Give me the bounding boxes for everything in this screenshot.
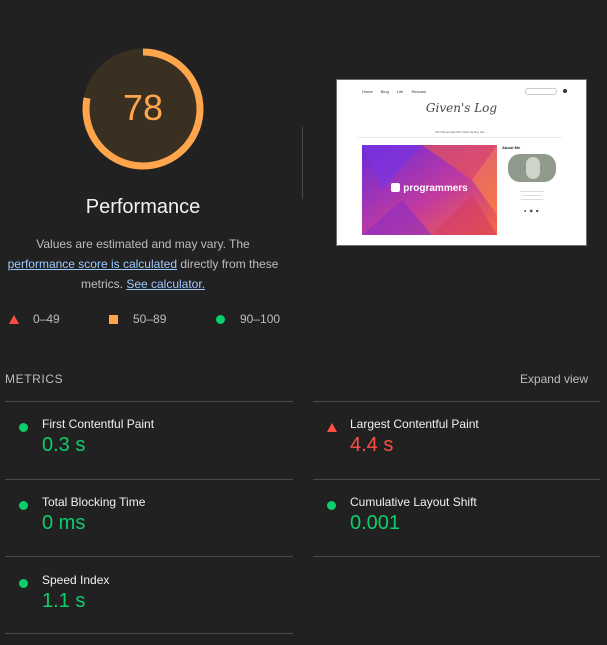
thumbnail-about-heading: About Me <box>502 145 521 150</box>
pass-circle-icon <box>19 423 28 432</box>
thumbnail-separator <box>357 137 562 138</box>
metric-first-contentful-paint: First Contentful Paint 0.3 s <box>5 417 290 477</box>
thumbnail-social-icons: ● ◉ ■ <box>524 208 540 213</box>
metric-title: Speed Index <box>42 573 110 587</box>
thumbnail-banner-image: programmers <box>362 145 497 235</box>
lighthouse-report: 78 Performance Values are estimated and … <box>0 0 607 645</box>
legend-fail-label: 0–49 <box>33 312 60 326</box>
thumbnail-nav-item: Home <box>362 89 373 94</box>
metric-value: 4.4 s <box>350 434 394 456</box>
fail-triangle-icon <box>327 423 337 432</box>
thumbnail-about-text: ———————— —————— ———————— <box>520 189 544 201</box>
metric-divider <box>5 401 293 402</box>
metric-title: Total Blocking Time <box>42 495 146 509</box>
metric-value: 0 ms <box>42 512 86 534</box>
pass-circle-icon <box>327 501 336 510</box>
thumbnail-page: Home Blog Life Resume Given's Log Tech B… <box>342 85 581 240</box>
final-screenshot-thumbnail[interactable]: Home Blog Life Resume Given's Log Tech B… <box>336 79 587 246</box>
see-calculator-link[interactable]: See calculator. <box>126 277 205 291</box>
thumbnail-nav-item: Blog <box>380 89 389 94</box>
metric-divider <box>5 479 293 480</box>
triangle-icon <box>9 315 19 324</box>
thumbnail-blog-logo: Given's Log <box>425 101 498 115</box>
metric-divider <box>313 556 600 557</box>
score-description: Values are estimated and may vary. The p… <box>0 234 286 294</box>
thumbnail-search-box <box>525 88 557 95</box>
metric-divider <box>313 401 600 402</box>
description-text-1: Values are estimated and may vary. The <box>36 237 250 251</box>
pass-circle-icon <box>19 579 28 588</box>
thumbnail-nav: Home Blog Life Resume <box>362 89 433 94</box>
thumbnail-nav-item: Life <box>396 89 404 94</box>
metric-title: First Contentful Paint <box>42 417 155 431</box>
programmers-logo-icon <box>391 183 401 192</box>
metric-title: Cumulative Layout Shift <box>350 495 477 509</box>
performance-gauge[interactable]: 78 <box>82 48 204 170</box>
metric-value: 0.3 s <box>42 434 86 456</box>
metric-value: 1.1 s <box>42 590 86 612</box>
metric-divider <box>5 556 293 557</box>
thumbnail-banner-title: programmers <box>362 183 497 194</box>
expand-view-toggle[interactable]: Expand view <box>520 372 588 386</box>
gauge-title: Performance <box>85 196 201 218</box>
metric-total-blocking-time: Total Blocking Time 0 ms <box>5 495 290 555</box>
metric-divider <box>313 479 600 480</box>
metric-speed-index: Speed Index 1.1 s <box>5 573 290 633</box>
vertical-divider <box>302 127 303 199</box>
metric-title: Largest Contentful Paint <box>350 417 479 431</box>
banner-label: programmers <box>403 183 468 194</box>
metric-divider <box>5 633 293 634</box>
square-icon <box>109 315 118 324</box>
gauge-score: 78 <box>122 87 164 128</box>
metric-cumulative-layout-shift: Cumulative Layout Shift 0.001 <box>313 495 598 555</box>
pass-circle-icon <box>19 501 28 510</box>
thumbnail-profile-image <box>508 154 556 182</box>
metric-largest-contentful-paint: Largest Contentful Paint 4.4 s <box>313 417 598 477</box>
legend-pass-label: 90–100 <box>240 312 281 326</box>
circle-icon <box>216 315 225 324</box>
thumbnail-nav-item: Resume <box>411 89 427 94</box>
thumbnail-menu-icon <box>563 89 567 93</box>
thumbnail-categories: Tech Book Algorithm Web Spring Life ... <box>435 130 488 134</box>
metric-value: 0.001 <box>350 512 401 534</box>
metrics-heading: METRICS <box>5 372 64 386</box>
score-calculation-link[interactable]: performance score is calculated <box>8 257 177 271</box>
legend-average-label: 50–89 <box>133 312 167 326</box>
